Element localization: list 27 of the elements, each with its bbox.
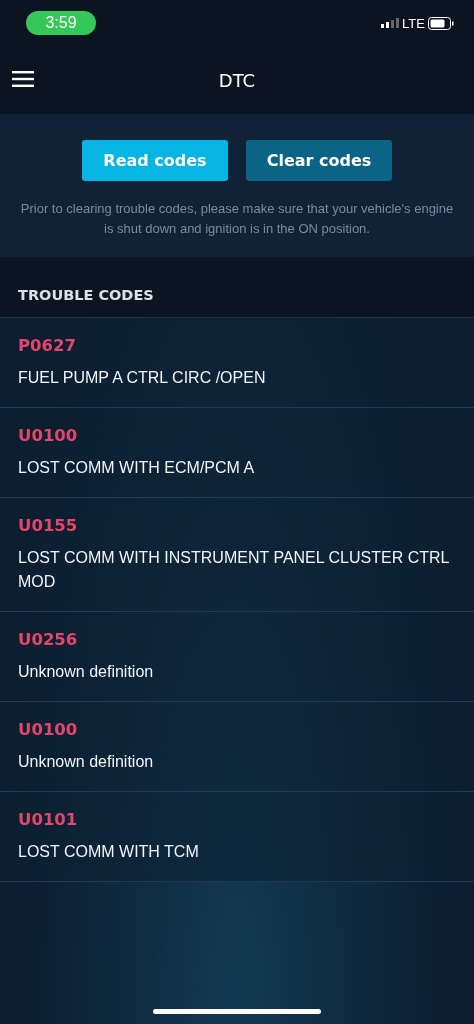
code-row[interactable]: U0155 LOST COMM WITH INSTRUMENT PANEL CLUSTER CTRL MOD [0,498,474,612]
signal-icon [381,18,400,28]
code-description: LOST COMM WITH INSTRUMENT PANEL CLUSTER CTRL MOD [18,548,450,592]
code-description: LOST COMM WITH ECM/PCM A [18,458,256,478]
code-row[interactable]: U0100 Unknown definition [0,702,474,792]
code-description: Unknown definition [18,752,155,772]
instruction-text: Prior to clearing trouble codes, please make sure that your vehicle's engine is shut down and ignition is in the ON position. [19,200,455,238]
code-description: Unknown definition [18,662,155,682]
code-row[interactable]: U0100 LOST COMM WITH ECM/PCM A [0,408,474,498]
code-label: P0627 [18,335,78,357]
code-row[interactable]: P0627 FUEL PUMP A CTRL CIRC /OPEN [0,318,474,408]
battery-icon [428,16,454,30]
clear-button[interactable]: Clear codes [246,140,392,181]
status-time: 3:59 [26,11,96,35]
network-label: LTE [402,15,425,31]
code-description: LOST COMM WITH TCM [18,842,200,862]
menu-icon[interactable] [12,71,34,87]
code-label: U0101 [18,809,79,831]
code-label: U0256 [18,629,79,651]
code-label: U0155 [18,515,79,537]
code-label: U0100 [18,719,79,741]
code-row[interactable]: U0256 Unknown definition [0,612,474,702]
section-heading: TROUBLE CODES [18,287,154,303]
code-description: FUEL PUMP A CTRL CIRC /OPEN [18,368,267,388]
screen-title: DTC [218,69,256,91]
code-label: U0100 [18,425,79,447]
code-row[interactable]: U0101 LOST COMM WITH TCM [0,792,474,882]
